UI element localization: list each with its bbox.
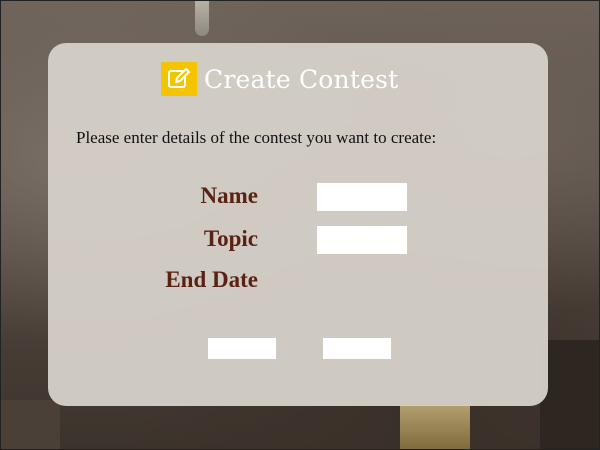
page-border xyxy=(0,0,600,450)
